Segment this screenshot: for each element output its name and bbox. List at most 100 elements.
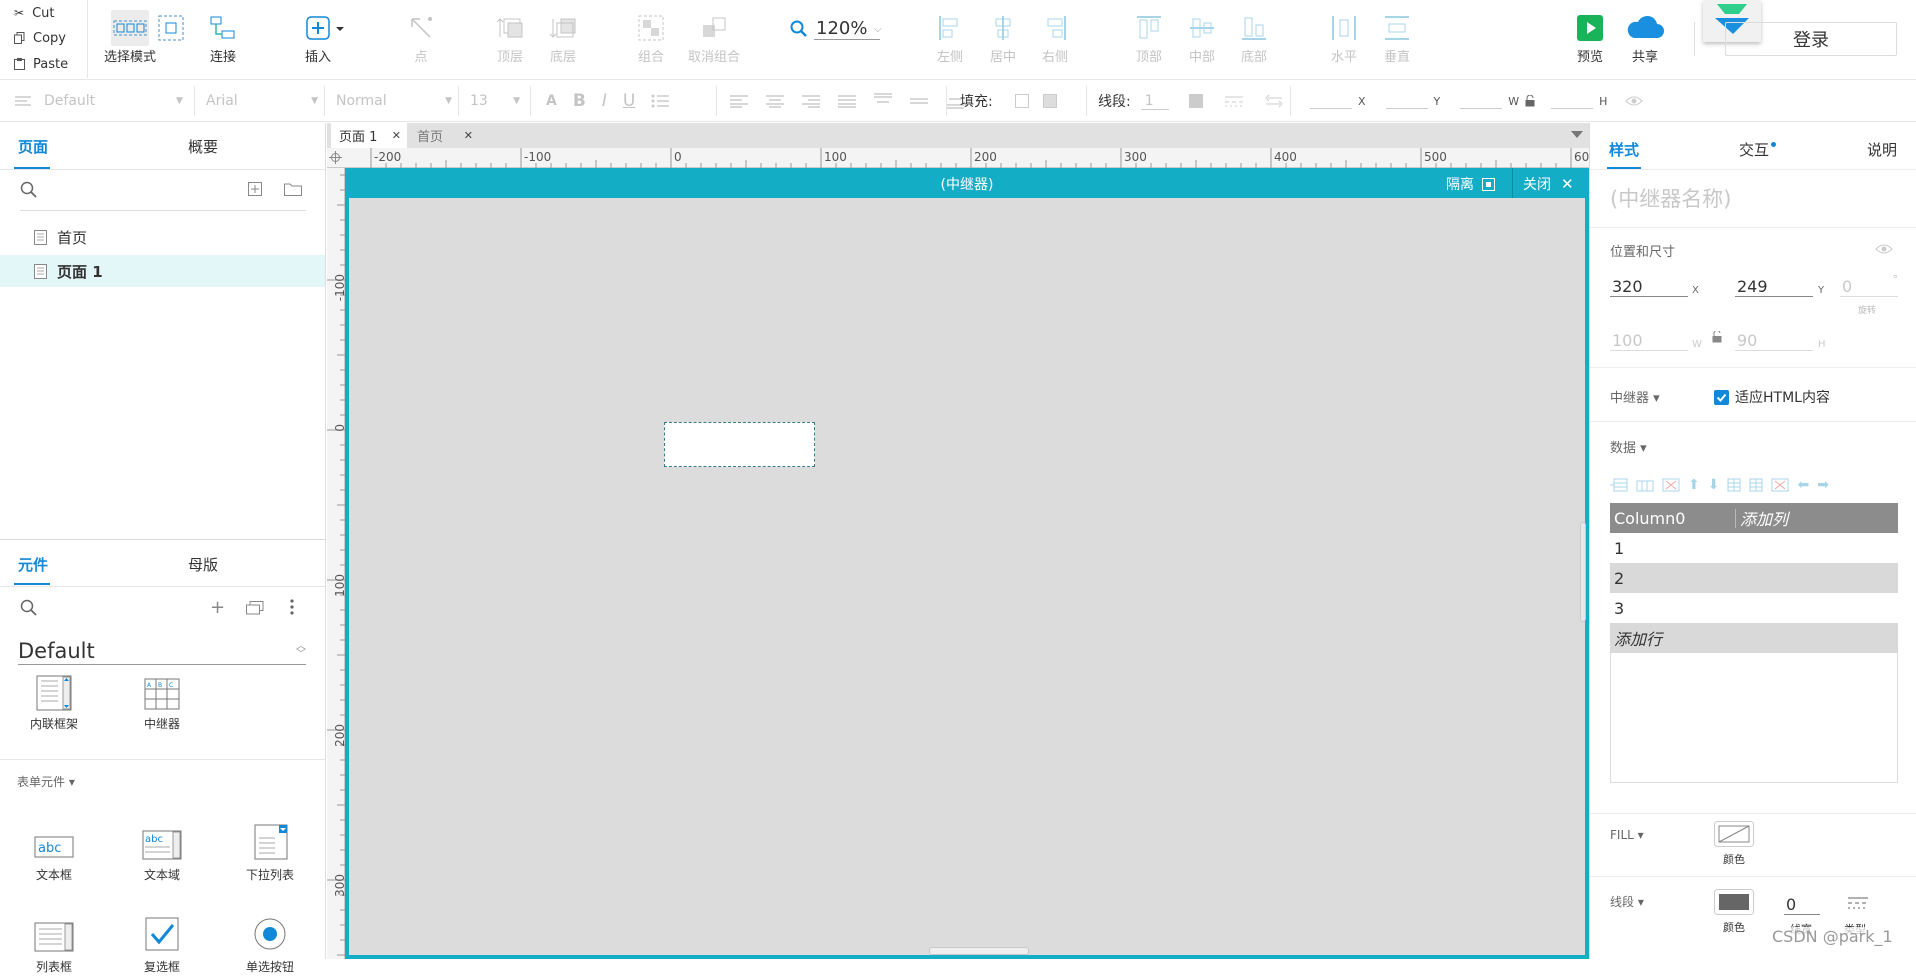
data-grid-row[interactable]: 2 xyxy=(1610,563,1898,593)
widget-item[interactable]: 列表框 xyxy=(16,899,92,979)
close-editor-button[interactable]: 关闭 ✕ xyxy=(1523,174,1574,194)
valign-middle-icon[interactable] xyxy=(910,93,928,109)
valign-top-icon[interactable] xyxy=(874,93,892,109)
repeater-section-header[interactable]: 中继器 ▾ xyxy=(1610,387,1660,406)
search-icon[interactable] xyxy=(20,599,38,617)
widget-item[interactable]: 复选框 xyxy=(124,899,200,979)
arrow-left-icon[interactable]: ⬅ xyxy=(1797,477,1809,493)
widget-item[interactable]: 下拉列表 xyxy=(232,807,308,887)
delete-column-icon[interactable] xyxy=(1771,478,1789,492)
stroke-width-input[interactable]: 1 xyxy=(1140,93,1169,110)
stroke-pattern-icon[interactable] xyxy=(1224,94,1243,108)
stroke-section-header[interactable]: 线段 ▾ xyxy=(1610,893,1644,910)
align-text-right-icon[interactable] xyxy=(802,94,820,108)
library-manage-icon[interactable] xyxy=(246,601,264,615)
page-item[interactable]: 页面 1 xyxy=(0,255,325,287)
arrow-right-icon[interactable]: ➡ xyxy=(1817,477,1829,493)
align-bottom-button[interactable]: 底部 xyxy=(1240,10,1268,65)
tab-style[interactable]: 样式 xyxy=(1609,139,1639,160)
stroke-width-input[interactable]: 0 xyxy=(1784,895,1820,915)
library-select[interactable]: Default ︿ ﹀ xyxy=(18,637,306,665)
cut-button[interactable]: ✂ Cut xyxy=(14,2,54,24)
insert-button[interactable]: 插入 xyxy=(303,10,347,65)
add-column-cell[interactable]: 添加列 xyxy=(1736,506,1788,530)
widget-item[interactable]: 单选按钮 xyxy=(232,899,308,979)
bold-icon[interactable]: B xyxy=(573,91,586,111)
eye-icon[interactable] xyxy=(1625,95,1644,107)
height-input[interactable]: 90 xyxy=(1735,325,1813,351)
add-page-icon[interactable] xyxy=(248,182,262,196)
widget-item[interactable]: 内联框架 xyxy=(16,675,92,732)
align-text-left-icon[interactable] xyxy=(730,94,748,108)
data-grid-row[interactable]: 1 xyxy=(1610,533,1898,563)
delete-row-icon[interactable] xyxy=(1662,478,1680,492)
style-select[interactable]: Default ▼ xyxy=(14,80,190,122)
rotation-input[interactable]: 0 ° xyxy=(1840,271,1898,297)
group-button[interactable]: 组合 xyxy=(638,10,664,65)
isolate-button[interactable]: 隔离 xyxy=(1446,174,1495,194)
bullet-list-icon[interactable] xyxy=(651,94,670,108)
horizontal-scrollbar[interactable] xyxy=(929,947,1029,955)
tab-masters[interactable]: 母版 xyxy=(188,541,218,587)
arrow-up-icon[interactable]: ⬆ xyxy=(1688,477,1700,493)
distribute-horizontal-button[interactable]: 水平 xyxy=(1330,10,1358,65)
align-right-button[interactable]: 右侧 xyxy=(1042,10,1068,65)
page-tab[interactable]: 页面 1 ✕ xyxy=(331,123,407,148)
preview-button[interactable]: 预览 xyxy=(1577,10,1603,65)
insert-column-icon[interactable] xyxy=(1636,478,1654,492)
widget-item[interactable]: abc 文本域 xyxy=(124,807,200,887)
h-input[interactable] xyxy=(1551,93,1594,109)
stroke-type-picker[interactable] xyxy=(1846,895,1870,911)
insert-column-left-icon[interactable] xyxy=(1727,478,1741,492)
more-options-icon[interactable] xyxy=(290,599,294,615)
align-center-button[interactable]: 居中 xyxy=(990,10,1016,65)
point-button[interactable]: 点 xyxy=(408,10,434,65)
insert-row-icon[interactable] xyxy=(1610,478,1628,492)
widget-item[interactable]: A B C 中继器 xyxy=(124,675,200,732)
form-section-header[interactable]: 表单元件 ▾ xyxy=(17,773,75,790)
tab-interactions[interactable]: 交互 xyxy=(1739,139,1777,160)
close-tab-icon[interactable]: ✕ xyxy=(392,129,401,142)
insert-column-right-icon[interactable] xyxy=(1749,478,1763,492)
lock-icon[interactable] xyxy=(1525,95,1535,107)
x-input[interactable]: 320 xyxy=(1610,271,1688,297)
zoom-control[interactable]: 120% ⌵ xyxy=(790,18,882,40)
login-button[interactable]: 登录 xyxy=(1725,22,1897,56)
align-left-button[interactable]: 左侧 xyxy=(937,10,963,65)
repeater-item-rectangle[interactable] xyxy=(664,422,815,467)
tab-widgets[interactable]: 元件 xyxy=(18,541,48,587)
font-size-select[interactable]: 13 ▼ xyxy=(470,80,520,122)
fill-shadow-swatch[interactable] xyxy=(1042,94,1057,108)
bring-front-button[interactable]: 顶层 xyxy=(496,10,524,65)
vertical-scrollbar[interactable] xyxy=(1580,522,1586,622)
select-contained-button[interactable] xyxy=(158,10,184,46)
width-input[interactable]: 100 xyxy=(1610,325,1688,351)
send-back-button[interactable]: 底层 xyxy=(549,10,577,65)
align-top-button[interactable]: 顶部 xyxy=(1135,10,1163,65)
copy-button[interactable]: Copy xyxy=(14,27,66,49)
align-text-center-icon[interactable] xyxy=(766,94,784,108)
font-select[interactable]: Arial ▼ xyxy=(206,80,318,122)
data-grid-row[interactable]: 3 xyxy=(1610,593,1898,623)
repeater-name-input[interactable]: (中继器名称) xyxy=(1610,183,1731,213)
font-weight-select[interactable]: Normal ▼ xyxy=(336,80,452,122)
paste-button[interactable]: Paste xyxy=(14,53,68,75)
underline-icon[interactable]: U xyxy=(623,91,635,111)
search-icon[interactable] xyxy=(20,181,38,199)
tab-notes[interactable]: 说明 xyxy=(1867,139,1897,160)
stroke-color-picker[interactable]: 颜色 xyxy=(1714,889,1754,935)
add-folder-icon[interactable] xyxy=(284,182,302,196)
arrow-style-icon[interactable] xyxy=(1265,94,1283,108)
ungroup-button[interactable]: 取消组合 xyxy=(688,10,740,65)
italic-icon[interactable]: I xyxy=(602,91,607,111)
w-input[interactable] xyxy=(1460,93,1503,109)
align-text-justify-icon[interactable] xyxy=(838,94,856,108)
eye-icon[interactable] xyxy=(1875,243,1893,255)
lock-aspect-icon[interactable] xyxy=(1712,331,1722,343)
add-row-cell[interactable]: 添加行 xyxy=(1610,623,1898,653)
tab-pages[interactable]: 页面 xyxy=(18,123,48,169)
widget-item[interactable]: abc 文本框 xyxy=(16,807,92,887)
repeater-editor-canvas[interactable] xyxy=(349,198,1586,955)
distribute-vertical-button[interactable]: 垂直 xyxy=(1383,10,1411,65)
select-mode-button[interactable]: 选择模式 xyxy=(104,10,156,65)
